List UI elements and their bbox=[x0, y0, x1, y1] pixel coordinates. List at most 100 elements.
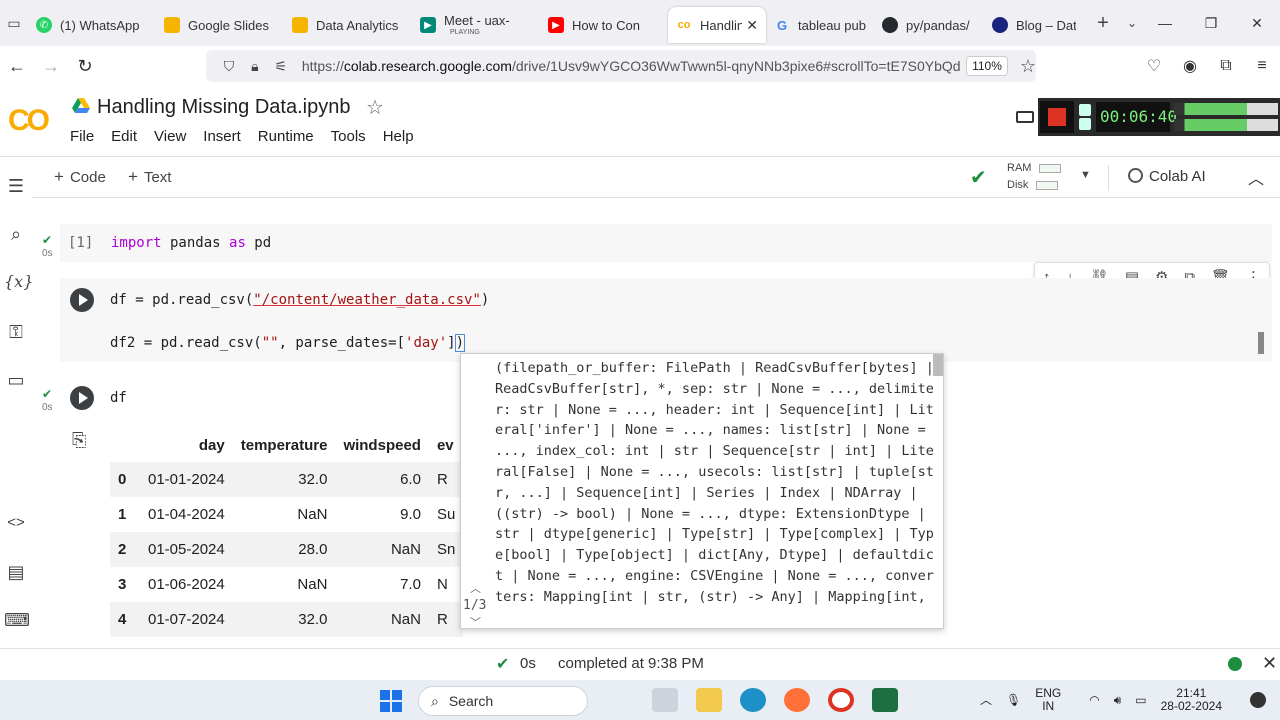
browser-tab-youtube[interactable]: ▶ How to Con bbox=[540, 7, 668, 43]
browser-tab-slides[interactable]: Google Slides bbox=[156, 7, 284, 43]
edge-browser-icon[interactable] bbox=[740, 688, 766, 712]
next-signature-icon[interactable]: ﹀ bbox=[470, 614, 481, 628]
previous-signature-icon[interactable]: ︿ bbox=[470, 580, 481, 596]
files-folder-icon[interactable]: ▭ bbox=[4, 370, 28, 391]
new-tab-button[interactable]: + bbox=[1088, 12, 1118, 35]
run-cell-button[interactable] bbox=[70, 386, 94, 410]
minimize-icon[interactable]: — bbox=[1142, 0, 1188, 46]
cell1-exec-time: 0s bbox=[42, 248, 53, 259]
timer-icon[interactable] bbox=[1079, 104, 1091, 116]
browser-tab-colab-active[interactable]: co Handling ✕ bbox=[668, 7, 766, 43]
notification-icon[interactable] bbox=[1250, 692, 1266, 708]
task-view-icon[interactable] bbox=[652, 688, 678, 712]
runtime-dropdown-icon[interactable]: ▼ bbox=[1080, 169, 1091, 181]
close-window-icon[interactable]: ✕ bbox=[1234, 0, 1280, 46]
code-cell-2-active[interactable]: df = pd.read_csv("/content/weather_data.… bbox=[60, 278, 1272, 362]
collapse-header-icon[interactable]: ︿ bbox=[1248, 165, 1264, 189]
lock-icon[interactable]: 🔒︎ bbox=[242, 58, 268, 75]
resource-monitor[interactable]: RAM Disk bbox=[1007, 160, 1062, 194]
cell2-line2[interactable]: df2 = pd.read_csv("", parse_dates=['day'… bbox=[110, 334, 466, 352]
recorder-app-icon[interactable] bbox=[828, 688, 854, 712]
language-indicator[interactable]: ENG IN bbox=[1035, 687, 1075, 713]
menu-runtime[interactable]: Runtime bbox=[258, 128, 314, 145]
battery-icon[interactable]: ▭ bbox=[1135, 693, 1146, 707]
stop-record-button[interactable] bbox=[1040, 101, 1074, 133]
forward-icon[interactable]: → bbox=[34, 56, 68, 77]
cell-day: 01-07-2024 bbox=[148, 611, 225, 628]
colab-ai-button[interactable]: Colab AI bbox=[1128, 168, 1206, 185]
browser-tab-meet[interactable]: ▶ Meet - uax- PLAYING bbox=[412, 7, 540, 43]
menu-hamburger-icon[interactable]: ≡ bbox=[1244, 57, 1280, 75]
close-tab-icon[interactable]: ✕ bbox=[746, 17, 758, 34]
menu-help[interactable]: Help bbox=[383, 128, 414, 145]
excel-icon[interactable] bbox=[872, 688, 898, 712]
colab-logo[interactable]: CO bbox=[8, 104, 50, 138]
back-icon[interactable]: ← bbox=[0, 56, 34, 77]
variables-icon[interactable]: {x} bbox=[4, 272, 33, 291]
windows-start-icon[interactable] bbox=[380, 690, 402, 712]
menu-edit[interactable]: Edit bbox=[111, 128, 137, 145]
add-code-cell-button[interactable]: + Code bbox=[54, 167, 106, 187]
show-hidden-icons-icon[interactable]: ︿ bbox=[980, 693, 992, 707]
cell3-code[interactable]: df bbox=[110, 390, 127, 406]
tab-label: Blog – Data bbox=[1016, 17, 1076, 33]
status-message[interactable]: completed at 9:38 PM bbox=[558, 655, 704, 672]
secrets-key-icon[interactable]: ⚿ bbox=[4, 322, 28, 343]
cell2-line1[interactable]: df = pd.read_csv("/content/weather_data.… bbox=[110, 292, 489, 308]
search-icon[interactable]: ⌕ bbox=[4, 224, 28, 245]
run-cell-button[interactable] bbox=[70, 288, 94, 312]
firefox-icon[interactable] bbox=[784, 688, 810, 712]
column-header: temperature bbox=[240, 436, 328, 454]
star-notebook-icon[interactable]: ☆ bbox=[366, 95, 384, 120]
menu-tools[interactable]: Tools bbox=[331, 128, 366, 145]
microphone-icon[interactable]: 🎙︎ bbox=[1006, 693, 1021, 707]
column-header: day bbox=[198, 436, 225, 454]
taskbar-search-box[interactable]: ⌕ Search bbox=[418, 686, 588, 716]
reload-icon[interactable]: ↻ bbox=[68, 56, 102, 77]
volume-icon[interactable]: 🔊︎ bbox=[1114, 693, 1122, 707]
keyboard-icon[interactable] bbox=[1016, 111, 1034, 123]
shield-icon[interactable]: ⛉ bbox=[216, 58, 242, 75]
terminal-icon[interactable]: ⌨ bbox=[4, 610, 30, 631]
github-icon bbox=[882, 17, 898, 33]
code-token: pd bbox=[245, 235, 272, 251]
cell1-code[interactable]: import pandas as pd bbox=[111, 235, 271, 251]
code-snippets-icon[interactable]: <> bbox=[4, 514, 28, 531]
bookmark-star-icon[interactable]: ☆ bbox=[1020, 56, 1036, 77]
permissions-icon[interactable]: ⚟ bbox=[268, 58, 294, 75]
browser-tab-whatsapp[interactable]: ✆ (1) WhatsApp bbox=[28, 7, 156, 43]
tab-actions-icon[interactable]: ▭ bbox=[0, 9, 28, 37]
address-bar[interactable]: ⛉ 🔒︎ ⚟ https://colab.research.google.com… bbox=[206, 50, 1036, 82]
command-palette-icon[interactable]: ▤ bbox=[4, 562, 28, 583]
browser-tab-github[interactable]: py/pandas/ bbox=[874, 7, 984, 43]
disk-label: Disk bbox=[1007, 179, 1029, 191]
window-controls: — ❐ ✕ bbox=[1142, 0, 1280, 46]
zoom-level-badge[interactable]: 110% bbox=[966, 56, 1008, 76]
notebook-title[interactable]: Handling Missing Data.ipynb bbox=[97, 96, 350, 119]
runtime-status-dot[interactable] bbox=[1228, 657, 1242, 671]
output-actions-icon[interactable]: ⎘ bbox=[72, 430, 86, 451]
tooltip-scrollbar[interactable] bbox=[933, 354, 943, 376]
wifi-icon[interactable]: ◠ bbox=[1089, 693, 1099, 707]
browser-tab-data-analytics[interactable]: Data Analytics bbox=[284, 7, 412, 43]
menu-view[interactable]: View bbox=[154, 128, 186, 145]
cell-scrollbar[interactable] bbox=[1258, 332, 1264, 354]
file-explorer-icon[interactable] bbox=[696, 688, 722, 712]
table-of-contents-icon[interactable]: ☰ bbox=[4, 176, 28, 197]
clock-date: 28-02-2024 bbox=[1160, 699, 1222, 713]
browser-tab-blog[interactable]: Blog – Data bbox=[984, 7, 1084, 43]
pause-icon[interactable] bbox=[1079, 118, 1091, 130]
pocket-icon[interactable]: ♡ bbox=[1136, 56, 1172, 76]
add-code-label: Code bbox=[69, 169, 106, 186]
extensions-icon[interactable]: ⧉ bbox=[1208, 57, 1244, 75]
menu-insert[interactable]: Insert bbox=[203, 128, 241, 145]
close-status-icon[interactable]: ✕ bbox=[1262, 653, 1277, 674]
menu-file[interactable]: File bbox=[70, 128, 94, 145]
url-text[interactable]: https://colab.research.google.com/drive/… bbox=[302, 58, 960, 74]
add-text-cell-button[interactable]: + Text bbox=[128, 167, 171, 187]
clock[interactable]: 21:41 28-02-2024 bbox=[1161, 687, 1236, 713]
account-icon[interactable]: ◉ bbox=[1172, 56, 1208, 76]
restore-icon[interactable]: ❐ bbox=[1188, 0, 1234, 46]
browser-tab-tableau[interactable]: G tableau pub bbox=[766, 7, 874, 43]
code-cell-1[interactable]: [1] import pandas as pd bbox=[60, 224, 1272, 262]
